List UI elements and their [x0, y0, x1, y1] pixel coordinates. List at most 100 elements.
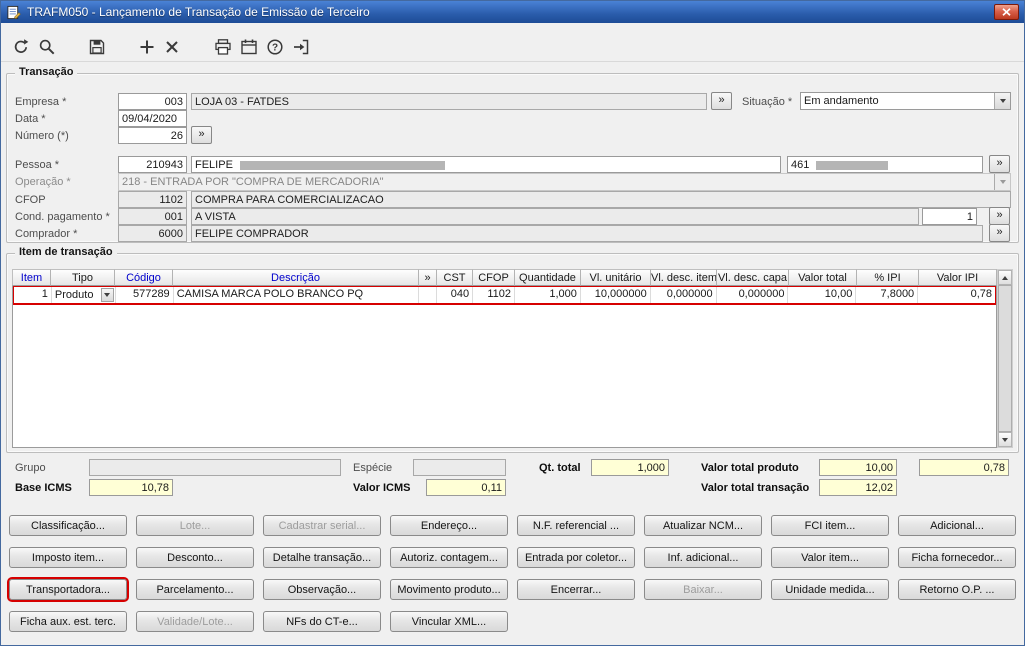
grupo-label: Grupo	[15, 462, 46, 474]
situacao-combobox[interactable]: Em andamento	[800, 92, 1011, 110]
empresa-label: Empresa *	[15, 96, 67, 108]
transacao-legend: Transação	[15, 66, 78, 78]
undo-button[interactable]	[9, 35, 33, 59]
cell-tipo[interactable]: Produto	[52, 286, 116, 304]
valor-total-produto-label: Valor total produto	[701, 462, 799, 474]
print-icon	[215, 39, 231, 55]
column-header-tipo[interactable]: Tipo	[51, 269, 115, 286]
detalhe-transacao-button[interactable]: Detalhe transação...	[263, 547, 381, 568]
entrada-por-coletor-button[interactable]: Entrada por coletor...	[517, 547, 635, 568]
encerrar-button[interactable]: Encerrar...	[517, 579, 635, 600]
item-row[interactable]: 1 Produto 577289 CAMISA MARCA POLO BRANCO P…	[13, 286, 996, 305]
cell-pct_ipi: 7,8000	[856, 286, 919, 304]
baixar-button: Baixar...	[644, 579, 762, 600]
atualizar-ncm-button[interactable]: Atualizar NCM...	[644, 515, 762, 536]
desconto-button[interactable]: Desconto...	[136, 547, 254, 568]
ficha-aux-est-terc-button[interactable]: Ficha aux. est. terc.	[9, 611, 127, 632]
empresa-code-field[interactable]: 003	[118, 93, 187, 110]
items-grid-body: 1 Produto 577289 CAMISA MARCA POLO BRANCO P…	[12, 286, 997, 448]
cond-pagamento-code-field: 001	[118, 208, 187, 225]
calendar-button[interactable]	[237, 35, 261, 59]
adicional-button[interactable]: Adicional...	[898, 515, 1016, 536]
add-button[interactable]	[135, 35, 159, 59]
situacao-dropdown-arrow[interactable]	[994, 93, 1010, 109]
delete-button[interactable]	[160, 35, 184, 59]
column-header-codigo[interactable]: Código	[115, 269, 173, 286]
cond-pagamento-expand-button[interactable]: »	[989, 207, 1010, 225]
transportadora-button[interactable]: Transportadora...	[7, 577, 129, 602]
n-f-referencial-button[interactable]: N.F. referencial ...	[517, 515, 635, 536]
ficha-fornecedor-button[interactable]: Ficha fornecedor...	[898, 547, 1016, 568]
pessoa-expand-button[interactable]: »	[989, 155, 1010, 173]
numero-field[interactable]: 26	[118, 127, 187, 144]
parcelamento-button[interactable]: Parcelamento...	[136, 579, 254, 600]
comprador-code-field: 6000	[118, 225, 187, 242]
column-header-cfop[interactable]: CFOP	[473, 269, 515, 286]
column-header-cst[interactable]: CST	[437, 269, 473, 286]
tipo-dropdown-arrow[interactable]	[100, 288, 114, 302]
data-field[interactable]: 09/04/2020	[118, 110, 187, 127]
nfs-do-ct-e-button[interactable]: NFs do CT-e...	[263, 611, 381, 632]
items-scrollbar[interactable]	[997, 269, 1013, 448]
cadastrar-serial-button: Cadastrar serial...	[263, 515, 381, 536]
valor-total-transacao-label: Valor total transação	[701, 482, 810, 494]
comprador-expand-button[interactable]: »	[989, 224, 1010, 242]
itens-legend: Item de transação	[15, 246, 117, 258]
numero-expand-button[interactable]: »	[191, 126, 212, 144]
endereco-button[interactable]: Endereço...	[390, 515, 508, 536]
cfop-label: CFOP	[15, 194, 46, 206]
search-button[interactable]	[35, 35, 59, 59]
situacao-value: Em andamento	[804, 95, 879, 107]
help-button[interactable]: ?	[263, 35, 287, 59]
pessoa-doc-field[interactable]: 461	[787, 156, 983, 173]
valor-item-button[interactable]: Valor item...	[771, 547, 889, 568]
close-button[interactable]	[994, 4, 1019, 20]
exit-button[interactable]	[289, 35, 313, 59]
validade-lote-button: Validade/Lote...	[136, 611, 254, 632]
observacao-button[interactable]: Observação...	[263, 579, 381, 600]
column-header-vl-unitario[interactable]: Vl. unitário	[581, 269, 651, 286]
unidade-medida-button[interactable]: Unidade medida...	[771, 579, 889, 600]
pessoa-doc-text: 461	[791, 159, 810, 171]
search-icon	[39, 39, 55, 55]
classificacao-button[interactable]: Classificação...	[9, 515, 127, 536]
scrollbar-thumb[interactable]	[998, 285, 1012, 432]
situacao-label: Situação *	[742, 96, 793, 108]
column-header-item[interactable]: Item	[12, 269, 51, 286]
autoriz-contagem-button[interactable]: Autoriz. contagem...	[390, 547, 508, 568]
empresa-expand-button[interactable]: »	[711, 92, 732, 110]
column-header-valor-ipi[interactable]: Valor IPI	[919, 269, 997, 286]
fci-item-button[interactable]: FCI item...	[771, 515, 889, 536]
vincular-xml-button[interactable]: Vincular XML...	[390, 611, 508, 632]
column-header-expand[interactable]: »	[419, 269, 437, 286]
print-button[interactable]	[211, 35, 235, 59]
column-header-valor-total[interactable]: Valor total	[789, 269, 857, 286]
column-header-quantidade[interactable]: Quantidade	[515, 269, 581, 286]
scroll-down-button[interactable]	[998, 432, 1012, 447]
qt-total-field: 1,000	[591, 459, 669, 476]
save-button[interactable]	[85, 35, 109, 59]
column-header-ipi[interactable]: % IPI	[857, 269, 919, 286]
pessoa-name-field[interactable]: FELIPE	[191, 156, 781, 173]
column-header-descricao[interactable]: Descrição	[173, 269, 419, 286]
operacao-label: Operação *	[15, 176, 71, 188]
column-header-vl-desc-item[interactable]: Vl. desc. item	[651, 269, 717, 286]
imposto-item-button[interactable]: Imposto item...	[9, 547, 127, 568]
valor-total-transacao-field: 12,02	[819, 479, 897, 496]
cell-valor_ipi: 0,78	[918, 286, 996, 304]
scroll-up-button[interactable]	[998, 270, 1012, 285]
column-header-vl-desc-capa[interactable]: Vl. desc. capa	[717, 269, 789, 286]
inf-adicional-button[interactable]: Inf. adicional...	[644, 547, 762, 568]
items-grid-header: Item Tipo Código Descrição» CST CFOP Quantidad…	[12, 269, 997, 286]
window-title: TRAFM050 - Lançamento de Transação de Em…	[27, 5, 370, 19]
parcelas-field[interactable]: 1	[922, 208, 977, 225]
movimento-produto-button[interactable]: Movimento produto...	[390, 579, 508, 600]
action-row-2: Imposto item... Desconto... Detalhe transa…	[9, 547, 1016, 568]
action-row-3: Transportadora... Parcelamento... Observaç…	[7, 577, 1016, 602]
pessoa-code-field[interactable]: 210943	[118, 156, 187, 173]
tipo-value: Produto	[54, 288, 94, 301]
qt-total-label: Qt. total	[539, 462, 581, 474]
cell-expand	[419, 286, 438, 304]
retorno-o-p-button[interactable]: Retorno O.P. ...	[898, 579, 1016, 600]
action-row-4: Ficha aux. est. terc. Validade/Lote... NFs…	[9, 611, 508, 632]
